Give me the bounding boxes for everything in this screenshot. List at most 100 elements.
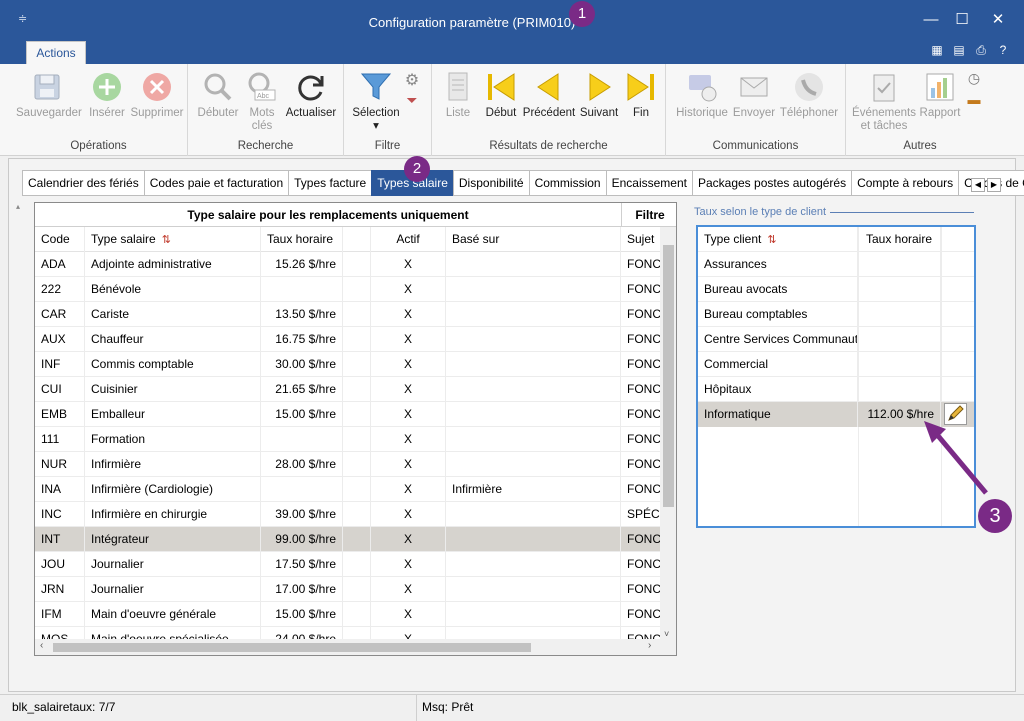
cell-type: Formation — [85, 427, 261, 452]
list-item[interactable]: Assurances — [698, 252, 974, 277]
table-row[interactable]: ADA Adjointe administrative 15.26 $/hre X FO… — [35, 252, 676, 277]
cell-base — [446, 352, 621, 377]
tab-types-facture[interactable]: Types facture — [288, 170, 372, 196]
timer-button[interactable]: ◷ — [964, 70, 984, 87]
list-item[interactable]: Centre Services Communaut… — [698, 327, 974, 352]
vertical-scrollbar[interactable]: ˅ — [660, 227, 676, 641]
previous-button[interactable]: Précédent — [522, 70, 576, 120]
keywords-button[interactable]: Abc Mots clés — [244, 70, 280, 133]
delete-button[interactable]: Supprimer — [128, 70, 186, 120]
horizontal-scroll-thumb[interactable] — [53, 643, 531, 652]
list-item[interactable]: Hôpitaux — [698, 377, 974, 402]
report-button[interactable]: Rapport — [918, 70, 962, 120]
close-button[interactable]: ✕ — [983, 8, 1013, 32]
first-icon — [488, 73, 515, 101]
filter-settings-button[interactable]: ⚙ — [402, 70, 422, 90]
tab-packages[interactable]: Packages postes autogérés — [691, 170, 852, 196]
tab-scroll-left[interactable]: ◀ — [971, 178, 985, 192]
table-row[interactable]: 111 Formation X FONCT — [35, 427, 676, 452]
cell-base — [446, 502, 621, 527]
selection-button[interactable]: Sélection ▾ — [348, 70, 404, 133]
cell-base — [446, 452, 621, 477]
next-button[interactable]: Suivant — [576, 70, 622, 120]
phone-button[interactable]: Téléphoner — [778, 70, 840, 120]
grid-title-row: Type salaire pour les remplacements uniq… — [35, 203, 676, 227]
table-row[interactable]: JOU Journalier 17.50 $/hre X FONCT — [35, 552, 676, 577]
calculator-icon[interactable]: ▦ — [930, 43, 944, 57]
vertical-scroll-thumb[interactable] — [663, 245, 674, 507]
table-row[interactable]: INT Intégrateur 99.00 $/hre X FONCT — [35, 527, 676, 552]
cell-blank — [343, 452, 371, 477]
clear-filter-button[interactable]: ⏷ — [402, 92, 422, 109]
table-row[interactable]: 222 Bénévole X FONCT — [35, 277, 676, 302]
cell-base — [446, 302, 621, 327]
cell-client-taux — [858, 302, 941, 327]
table-row[interactable]: NUR Infirmière 28.00 $/hre X FONCT — [35, 452, 676, 477]
col-taux[interactable]: Taux horaire — [261, 227, 343, 252]
tab-encaissement[interactable]: Encaissement — [605, 170, 692, 196]
table-row[interactable]: JRN Journalier 17.00 $/hre X FONCT — [35, 577, 676, 602]
tab-disponibilite[interactable]: Disponibilité — [452, 170, 529, 196]
table-row[interactable]: INA Infirmière (Cardiologie) X Infirmière FO… — [35, 477, 676, 502]
table-row[interactable]: IFM Main d'oeuvre générale 15.00 $/hre X FON… — [35, 602, 676, 627]
ribbon-tab-actions[interactable]: Actions — [26, 41, 86, 65]
start-search-button[interactable]: Débuter — [194, 70, 242, 120]
cell-client-edit — [941, 352, 974, 377]
col-type[interactable]: Type salaire ⇅ — [85, 227, 261, 252]
tab-compte-rebours[interactable]: Compte à rebours — [851, 170, 959, 196]
col-blank — [343, 227, 371, 252]
group-label-others: Autres — [903, 140, 937, 152]
cell-actif: X — [371, 352, 446, 377]
tab-calendrier[interactable]: Calendrier des fériés — [22, 170, 144, 196]
table-row[interactable]: CAR Cariste 13.50 $/hre X FONCT — [35, 302, 676, 327]
table-row[interactable]: EMB Emballeur 15.00 $/hre X FONCT — [35, 402, 676, 427]
table-row[interactable]: INF Commis comptable 30.00 $/hre X FONCT — [35, 352, 676, 377]
cell-taux — [261, 277, 343, 302]
insert-button[interactable]: Insérer — [84, 70, 130, 120]
col-client-type[interactable]: Type client ⇅ — [698, 227, 858, 252]
filter-header[interactable]: Filtre — [621, 203, 676, 227]
minimize-button[interactable]: — — [916, 8, 946, 32]
envelope-icon — [740, 77, 768, 97]
group-operations: Sauvegarder Insérer Supprimer Opérations — [10, 64, 188, 156]
history-button[interactable]: Historique — [672, 70, 732, 120]
tab-codes-paie[interactable]: Codes paie et facturation — [143, 170, 289, 196]
col-base[interactable]: Basé sur — [446, 227, 621, 252]
tab-scroll-right[interactable]: ▶ — [987, 178, 1001, 192]
refresh-button[interactable]: Actualiser — [284, 70, 338, 120]
col-client-taux[interactable]: Taux horaire — [858, 227, 941, 252]
table-row[interactable]: AUX Chauffeur 16.75 $/hre X FONCT — [35, 327, 676, 352]
scroll-right-icon[interactable]: › — [648, 640, 651, 651]
list-item[interactable]: Bureau avocats — [698, 277, 974, 302]
maximize-button[interactable]: ☐ — [947, 8, 977, 32]
clipboard-icon — [873, 74, 895, 102]
cell-base — [446, 252, 621, 277]
cell-taux: 15.00 $/hre — [261, 402, 343, 427]
scroll-left-icon[interactable]: ‹ — [40, 640, 43, 651]
scroll-down-icon[interactable]: ˅ — [664, 629, 669, 639]
help-icon[interactable]: ? — [996, 43, 1010, 57]
col-actif[interactable]: Actif — [371, 227, 446, 252]
first-record-button[interactable]: Début — [482, 70, 520, 120]
save-button[interactable]: Sauvegarder — [16, 70, 82, 120]
last-record-button[interactable]: Fin — [622, 70, 660, 120]
horizontal-scrollbar[interactable]: ‹ › — [35, 639, 676, 655]
cell-base — [446, 527, 621, 552]
tab-commission[interactable]: Commission — [528, 170, 606, 196]
cell-taux — [261, 477, 343, 502]
add-icon — [93, 73, 121, 101]
table-row[interactable]: CUI Cuisinier 21.65 $/hre X FONCT — [35, 377, 676, 402]
events-button[interactable]: Événements et tâches — [850, 70, 918, 133]
cell-type: Bénévole — [85, 277, 261, 302]
calendar-icon[interactable]: ▤ — [952, 43, 966, 57]
cell-client-taux — [858, 252, 941, 277]
list-item[interactable]: Bureau comptables — [698, 302, 974, 327]
list-button[interactable]: Liste — [438, 70, 478, 120]
col-code[interactable]: Code — [35, 227, 85, 252]
cell-type: Journalier — [85, 577, 261, 602]
print-icon[interactable]: ⎙ — [974, 43, 988, 57]
table-row[interactable]: INC Infirmière en chirurgie 39.00 $/hre X SP… — [35, 502, 676, 527]
toolbox-button[interactable]: ▬ — [964, 92, 984, 107]
list-item[interactable]: Commercial — [698, 352, 974, 377]
send-button[interactable]: Envoyer — [732, 70, 776, 120]
